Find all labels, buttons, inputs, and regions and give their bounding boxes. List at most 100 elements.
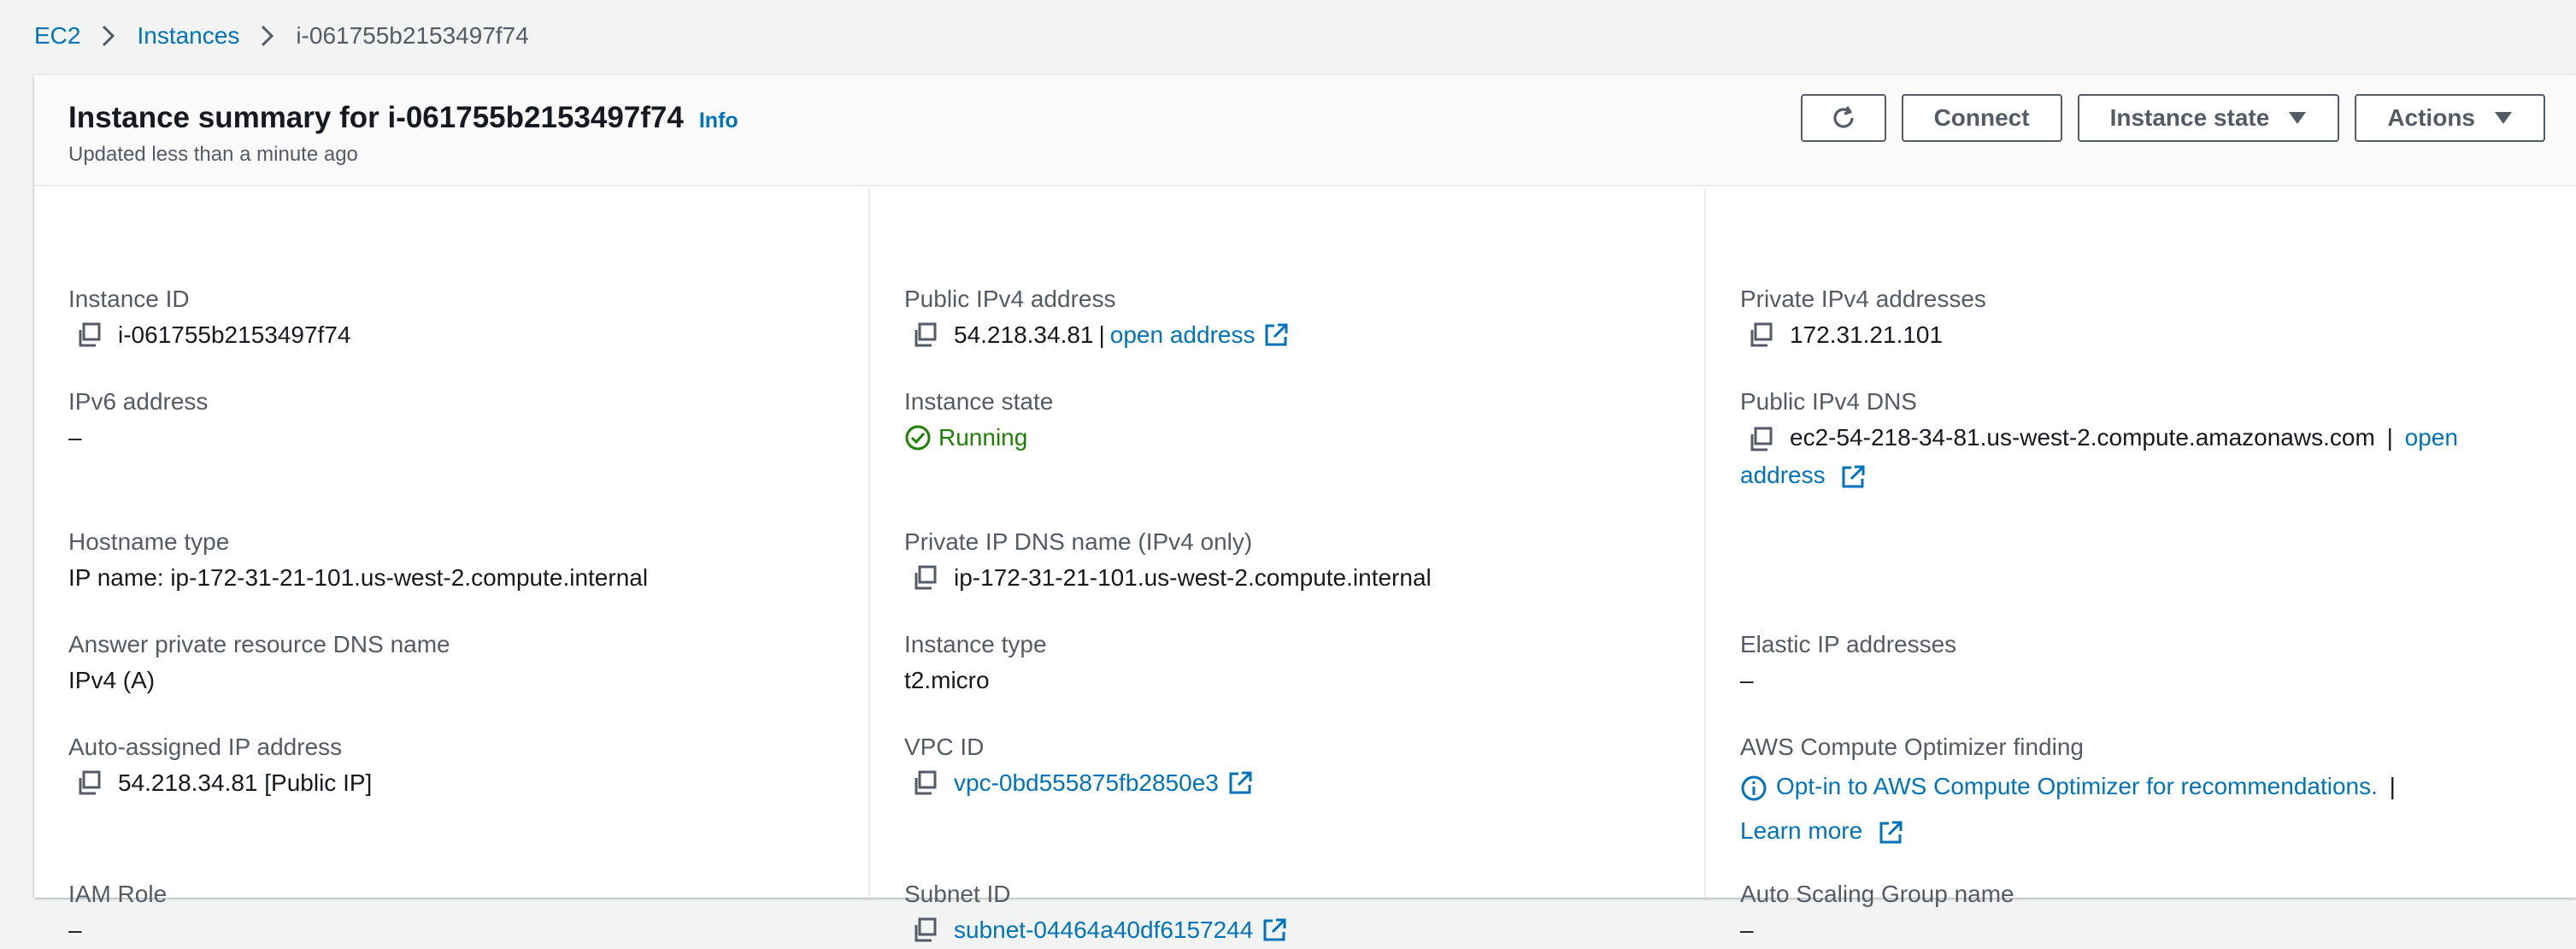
- elastic-ip-value: –: [1740, 667, 1754, 693]
- external-link-icon[interactable]: [1262, 917, 1287, 943]
- copy-icon[interactable]: [1747, 425, 1776, 454]
- refresh-button[interactable]: [1800, 94, 1886, 142]
- header-actions: Connect Instance state Actions: [1800, 94, 2545, 142]
- field-value: vpc-0bd555875fb2850e3: [904, 764, 1679, 802]
- field-value: 54.218.34.81 [Public IP]: [68, 764, 843, 802]
- copy-icon[interactable]: [75, 321, 104, 350]
- field-answer-dns: Answer private resource DNS name IPv4 (A…: [68, 628, 843, 699]
- separator: |: [2389, 773, 2396, 799]
- field-value: ec2-54-218-34-81.us-west-2.compute.amazo…: [1740, 419, 2550, 494]
- field-value: Running: [904, 419, 1679, 457]
- info-circle-icon: [1740, 775, 1767, 802]
- instance-state-label: Instance state: [2109, 104, 2270, 131]
- breadcrumb-instances[interactable]: Instances: [137, 19, 239, 53]
- copy-icon[interactable]: [911, 321, 940, 350]
- field-private-dns: Private IP DNS name (IPv4 only) ip-172-3…: [904, 525, 1679, 597]
- open-address-link[interactable]: open: [2405, 424, 2458, 451]
- external-link-icon[interactable]: [1227, 770, 1253, 796]
- connect-label: Connect: [1933, 104, 2030, 131]
- field-label: Private IPv4 addresses: [1740, 286, 1986, 312]
- subnet-id-link[interactable]: subnet-04464a40df6157244: [954, 911, 1253, 949]
- field-label: Instance state: [904, 388, 1054, 415]
- panel-header: Instance summary for i-061755b2153497f74…: [34, 75, 2576, 186]
- instance-id-value: i-061755b2153497f74: [118, 321, 351, 348]
- public-ipv4-value: 54.218.34.81: [954, 321, 1094, 348]
- details-column-3: Private IPv4 addresses 172.31.21.101 Pub…: [1706, 188, 2576, 943]
- ipv6-value: –: [68, 424, 82, 451]
- optimizer-opt-in-link[interactable]: Opt-in to AWS Compute Optimizer for reco…: [1776, 773, 2378, 799]
- private-dns-value: ip-172-31-21-101.us-west-2.compute.inter…: [954, 564, 1432, 591]
- caret-down-icon: [2494, 111, 2513, 125]
- caret-down-icon: [2288, 111, 2307, 125]
- field-label: Public IPv4 DNS: [1740, 388, 1917, 415]
- chevron-right-icon: [258, 24, 277, 48]
- field-label: Auto-assigned IP address: [68, 734, 343, 760]
- asg-name-value: –: [1740, 917, 1754, 943]
- details-column-1: Instance ID i-061755b2153497f74 IPv6 add…: [34, 188, 870, 943]
- title-row: Instance summary for i-061755b2153497f74…: [68, 97, 738, 139]
- field-value: subnet-04464a40df6157244: [904, 911, 1679, 949]
- auto-ip-value: 54.218.34.81 [Public IP]: [118, 769, 373, 796]
- public-dns-value: ec2-54-218-34-81.us-west-2.compute.amazo…: [1790, 424, 2375, 451]
- field-instance-type: Instance type t2.micro: [904, 628, 1679, 699]
- field-asg-name: Auto Scaling Group name –: [1740, 877, 2550, 949]
- field-label: IPv6 address: [68, 388, 209, 415]
- field-vpc-id: VPC ID vpc-0bd555875fb2850e3: [904, 730, 1679, 802]
- field-label: Hostname type: [68, 528, 230, 555]
- separator: |: [2386, 424, 2393, 451]
- chevron-right-icon: [99, 24, 118, 48]
- separator: |: [1098, 321, 1105, 348]
- copy-icon[interactable]: [1747, 321, 1776, 350]
- connect-button[interactable]: Connect: [1901, 94, 2062, 142]
- field-private-ipv4: Private IPv4 addresses 172.31.21.101: [1740, 282, 2550, 354]
- field-iam-role: IAM Role –: [68, 877, 843, 949]
- field-public-ipv4: Public IPv4 address 54.218.34.81 | open …: [904, 282, 1679, 354]
- copy-icon[interactable]: [911, 916, 940, 945]
- external-link-icon[interactable]: [1263, 322, 1289, 348]
- field-label: VPC ID: [904, 734, 985, 760]
- iam-role-value: –: [68, 917, 82, 943]
- copy-icon[interactable]: [911, 563, 940, 592]
- field-value: Opt-in to AWS Compute Optimizer for reco…: [1740, 764, 2550, 853]
- vpc-id-link[interactable]: vpc-0bd555875fb2850e3: [954, 764, 1219, 802]
- field-label: Instance type: [904, 631, 1047, 657]
- external-link-icon[interactable]: [1878, 820, 1903, 846]
- breadcrumb-current: i-061755b2153497f74: [296, 22, 529, 49]
- field-label: Instance ID: [68, 286, 190, 312]
- field-instance-state: Instance state Running: [904, 385, 1679, 457]
- learn-more-link[interactable]: Learn more: [1740, 817, 1862, 844]
- answer-dns-value: IPv4 (A): [68, 667, 156, 693]
- updated-subtitle: Updated less than a minute ago: [68, 143, 358, 166]
- field-hostname-type: Hostname type IP name: ip-172-31-21-101.…: [68, 525, 843, 597]
- breadcrumb-ec2[interactable]: EC2: [34, 19, 80, 53]
- field-value: 172.31.21.101: [1740, 316, 2550, 354]
- field-label: Public IPv4 address: [904, 286, 1116, 312]
- copy-icon[interactable]: [911, 769, 940, 798]
- copy-icon[interactable]: [75, 769, 104, 798]
- actions-label: Actions: [2387, 104, 2475, 131]
- field-instance-id: Instance ID i-061755b2153497f74: [68, 282, 843, 354]
- field-public-dns: Public IPv4 DNS ec2-54-218-34-81.us-west…: [1740, 385, 2550, 494]
- instance-state-button[interactable]: Instance state: [2077, 94, 2340, 142]
- details-grid: Instance ID i-061755b2153497f74 IPv6 add…: [34, 188, 2576, 943]
- open-address-link-continued[interactable]: address: [1740, 462, 1826, 488]
- hostname-type-value: IP name: ip-172-31-21-101.us-west-2.comp…: [68, 564, 649, 591]
- field-elastic-ip: Elastic IP addresses –: [1740, 628, 2550, 699]
- field-ipv6: IPv6 address –: [68, 385, 843, 457]
- instance-summary-panel: Instance summary for i-061755b2153497f74…: [34, 75, 2576, 943]
- field-optimizer: AWS Compute Optimizer finding Opt-in to …: [1740, 730, 2550, 853]
- info-link[interactable]: Info: [699, 109, 738, 133]
- status-badge: Running: [938, 424, 1028, 451]
- field-label: Private IP DNS name (IPv4 only): [904, 528, 1253, 555]
- instance-type-value: t2.micro: [904, 667, 990, 693]
- field-auto-ip: Auto-assigned IP address 54.218.34.81 [P…: [68, 730, 843, 802]
- field-label: AWS Compute Optimizer finding: [1740, 734, 2084, 760]
- private-ipv4-value: 172.31.21.101: [1790, 321, 1944, 348]
- open-address-link[interactable]: open address: [1110, 316, 1256, 354]
- external-link-icon[interactable]: [1840, 464, 1866, 490]
- actions-button[interactable]: Actions: [2355, 94, 2545, 142]
- breadcrumb: EC2 Instances i-061755b2153497f74: [34, 19, 529, 53]
- field-label: Elastic IP addresses: [1740, 631, 1957, 657]
- page-title: Instance summary for i-061755b2153497f74: [68, 101, 684, 134]
- refresh-icon: [1828, 103, 1859, 133]
